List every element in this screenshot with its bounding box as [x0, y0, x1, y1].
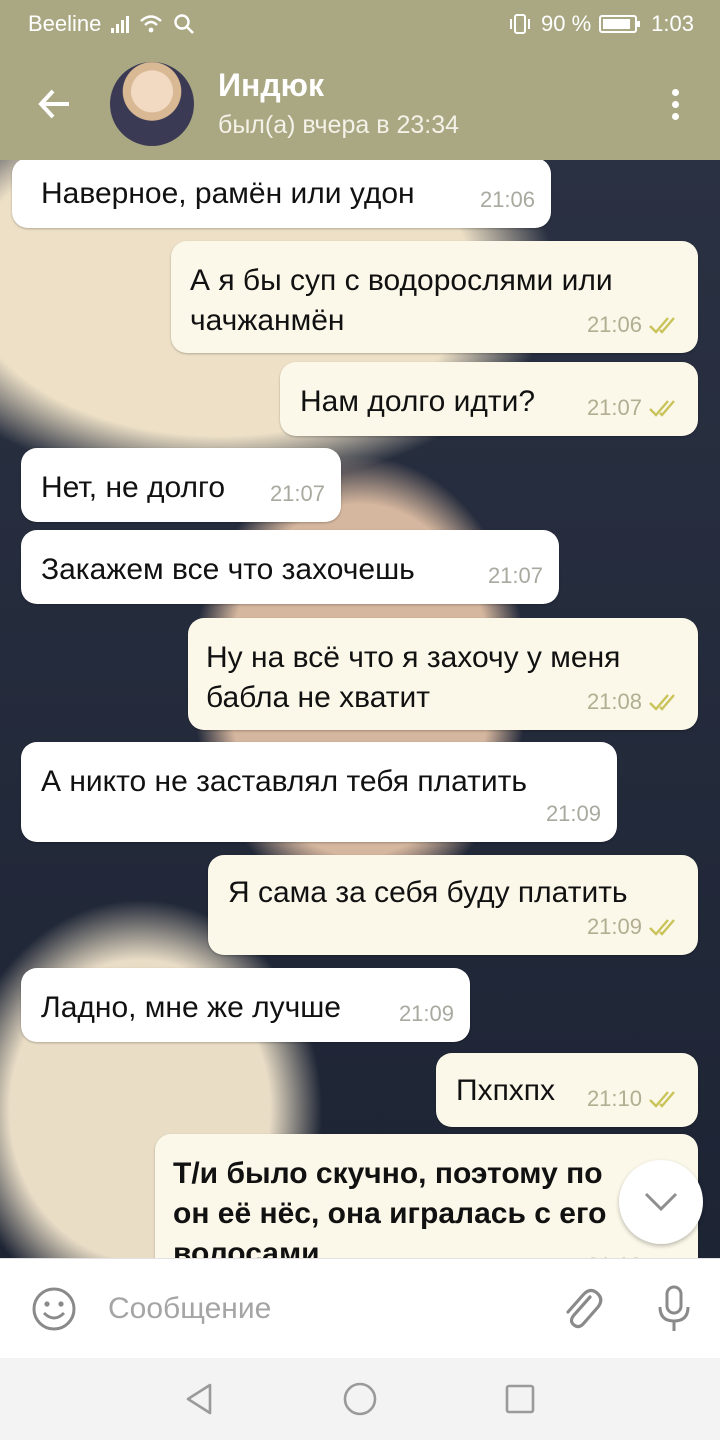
search-icon	[174, 14, 195, 34]
voice-record-button[interactable]	[628, 1259, 720, 1359]
message-time: 21:09	[545, 801, 601, 826]
message-bubble[interactable]: Нет, не долго 21:07	[21, 448, 341, 522]
message-bubble[interactable]: А я бы суп с водорослями или чачжанмён 2…	[171, 241, 698, 353]
nav-recents-button[interactable]	[490, 1369, 550, 1429]
signal-icon	[111, 15, 130, 33]
read-check-icon	[649, 1091, 675, 1108]
chat-header: Индюк был(а) вчера в 23:34	[0, 48, 720, 160]
message-composer	[0, 1258, 720, 1358]
nav-back-button[interactable]	[170, 1369, 230, 1429]
message-text: А никто не заставлял тебя платить	[41, 765, 528, 798]
message-time: 21:07	[487, 563, 543, 588]
battery-percent: 90 %	[541, 11, 592, 36]
system-nav-bar	[0, 1358, 720, 1440]
dot-icon	[671, 112, 679, 120]
message-bubble[interactable]: Я сама за себя буду платить 21:09	[208, 855, 698, 955]
battery-icon	[599, 15, 641, 33]
read-check-icon	[649, 694, 675, 711]
status-bar: Beeline 90 % 1:03	[0, 0, 720, 48]
more-menu-button[interactable]	[630, 48, 720, 160]
clock: 1:03	[651, 11, 694, 36]
square-recents-icon	[505, 1384, 535, 1414]
attach-button[interactable]	[536, 1259, 628, 1359]
message-time: 21:09	[398, 1001, 454, 1026]
scroll-down-button[interactable]	[619, 1160, 703, 1244]
message-bubble[interactable]: Нам долго идти? 21:07	[280, 362, 698, 436]
dot-icon	[671, 100, 679, 108]
message-time: 21:08	[586, 689, 642, 714]
circle-home-icon	[343, 1382, 377, 1416]
message-time: 21:10	[587, 1246, 642, 1258]
contact-name: Индюк	[218, 67, 324, 103]
message-text: Наверное, рамён или удон	[41, 177, 415, 210]
back-button[interactable]	[0, 48, 110, 160]
avatar[interactable]	[110, 62, 194, 146]
carrier-label: Beeline	[28, 11, 102, 36]
message-time: 21:07	[269, 481, 325, 506]
message-bubble[interactable]: Ну на всё что я захочу у меня бабла не х…	[188, 618, 698, 730]
message-bubble[interactable]: Закажем все что захочешь 21:07	[21, 530, 559, 604]
read-check-icon	[649, 400, 675, 417]
triangle-back-icon	[186, 1383, 212, 1415]
message-input[interactable]	[108, 1278, 536, 1339]
message-bubble[interactable]: Т/и было скучно, поэтому по он её нёс, о…	[155, 1134, 698, 1258]
nav-home-button[interactable]	[330, 1369, 390, 1429]
arrow-left-icon	[38, 89, 69, 119]
dot-icon	[671, 88, 679, 96]
chat-area[interactable]: Наверное, рамён или удон 21:06 А я бы су…	[0, 160, 720, 1258]
contact-info[interactable]: Индюк был(а) вчера в 23:34	[218, 66, 459, 142]
microphone-icon	[658, 1285, 690, 1331]
wifi-icon	[140, 15, 163, 33]
message-text: Закажем все что захочешь	[41, 553, 415, 586]
read-check-icon	[649, 919, 675, 936]
message-bubble[interactable]: А никто не заставлял тебя платить 21:09	[21, 742, 617, 842]
emoji-icon	[32, 1287, 76, 1330]
vibrate-icon	[510, 14, 531, 34]
chevron-down-icon	[644, 1192, 678, 1212]
message-time: 21:10	[586, 1086, 642, 1111]
message-bubble[interactable]: Пхпхпх 21:10	[436, 1053, 698, 1127]
message-time: 21:06	[586, 312, 642, 337]
message-bubble[interactable]: Ладно, мне же лучше 21:09	[21, 968, 470, 1042]
message-time: 21:07	[586, 395, 642, 420]
message-bubble[interactable]: Наверное, рамён или удон 21:06	[12, 160, 551, 228]
message-time: 21:09	[586, 914, 642, 939]
emoji-button[interactable]	[0, 1259, 108, 1359]
read-check-icon	[649, 317, 675, 334]
paperclip-icon	[566, 1288, 603, 1328]
message-time: 21:06	[479, 187, 535, 212]
last-seen-status: был(а) вчера в 23:34	[218, 111, 460, 139]
